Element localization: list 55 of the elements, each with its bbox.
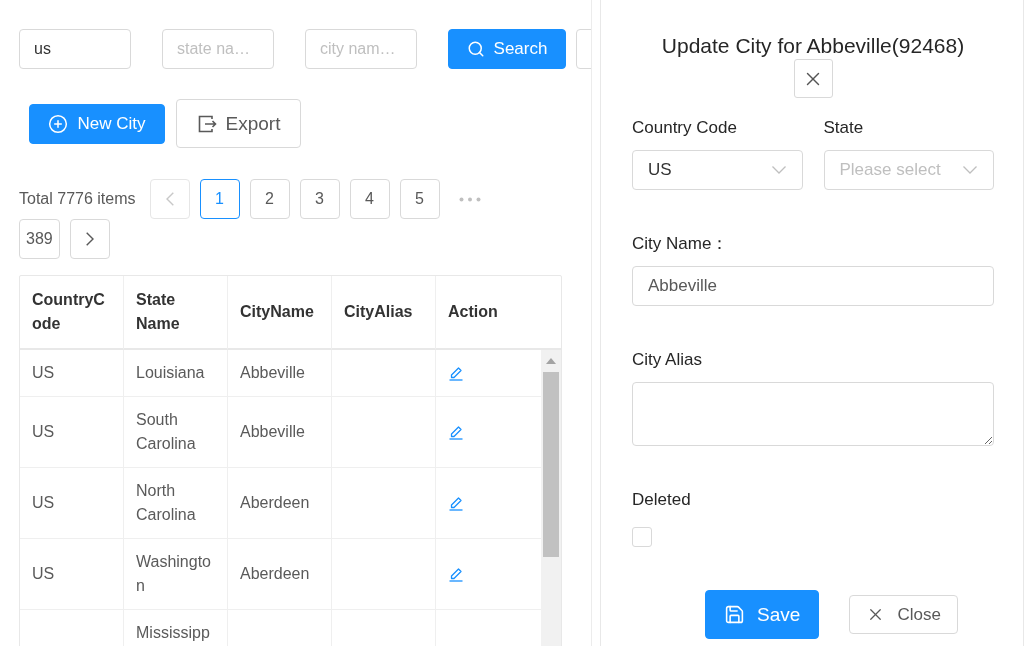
textarea-field[interactable] [632,382,994,446]
ellipsis-icon[interactable] [458,196,481,202]
field-label: State [823,117,864,139]
scrollbar[interactable] [541,350,561,646]
table-cell: Aberdeen [228,539,332,610]
edit-icon[interactable] [448,424,464,440]
table-cell: US [20,397,124,468]
chevron-down-icon [771,166,786,174]
chevron-down-icon [963,166,977,174]
edit-icon[interactable] [448,495,464,511]
page-button[interactable]: 5 [399,179,440,219]
column-header: State Name [124,276,228,350]
table-cell: Abbeville [228,350,332,397]
next-page-button[interactable] [69,219,110,259]
page-button[interactable]: 4 [349,179,390,219]
search-field[interactable]: city nam… [305,29,417,69]
chevron-right-icon [85,232,94,246]
table-cell: US [20,539,124,610]
close-button[interactable]: Close [849,595,958,634]
search-field[interactable]: state na… [162,29,274,69]
table-cell: Aberdeen [228,468,332,539]
select-field[interactable]: US [632,150,803,190]
text-field[interactable]: Abbeville [632,266,994,306]
total-count: Total 7776 items [19,189,136,209]
export-icon [196,113,217,134]
field-label: Country Code [632,117,737,139]
table-cell: South Carolina [124,397,228,468]
checkbox[interactable] [632,527,652,547]
search-field[interactable]: us [19,29,131,69]
table-cell: North Carolina [124,468,228,539]
column-header: CityAlias [332,276,436,350]
edit-icon[interactable] [448,365,464,381]
table-cell: Louisiana [124,350,228,397]
field-label: City Name： [632,233,729,255]
page-button[interactable]: 389 [19,219,60,259]
table-cell: Abbeville [228,397,332,468]
table-cell: Washington [124,539,228,610]
column-header: CountryCode [20,276,124,350]
drawer-title: Update City for Abbeville(92468) [661,33,965,59]
plus-circle-icon [48,113,69,134]
page-button[interactable]: 3 [299,179,340,219]
scroll-up-arrow-icon[interactable] [546,358,556,364]
table-cell: Mississipp [124,610,228,646]
close-button[interactable] [793,59,833,98]
table-cell: US [20,350,124,397]
chevron-left-icon [165,192,174,206]
edit-icon[interactable] [448,566,464,582]
field-label: Deleted [632,489,691,511]
search-icon [466,40,485,58]
page-button[interactable]: 2 [249,179,290,219]
export-button[interactable]: Export [176,99,301,148]
scrollbar-thumb[interactable] [543,372,559,557]
table-cell: US [20,468,124,539]
field-label: City Alias [632,349,702,371]
column-header: CityName [228,276,332,350]
